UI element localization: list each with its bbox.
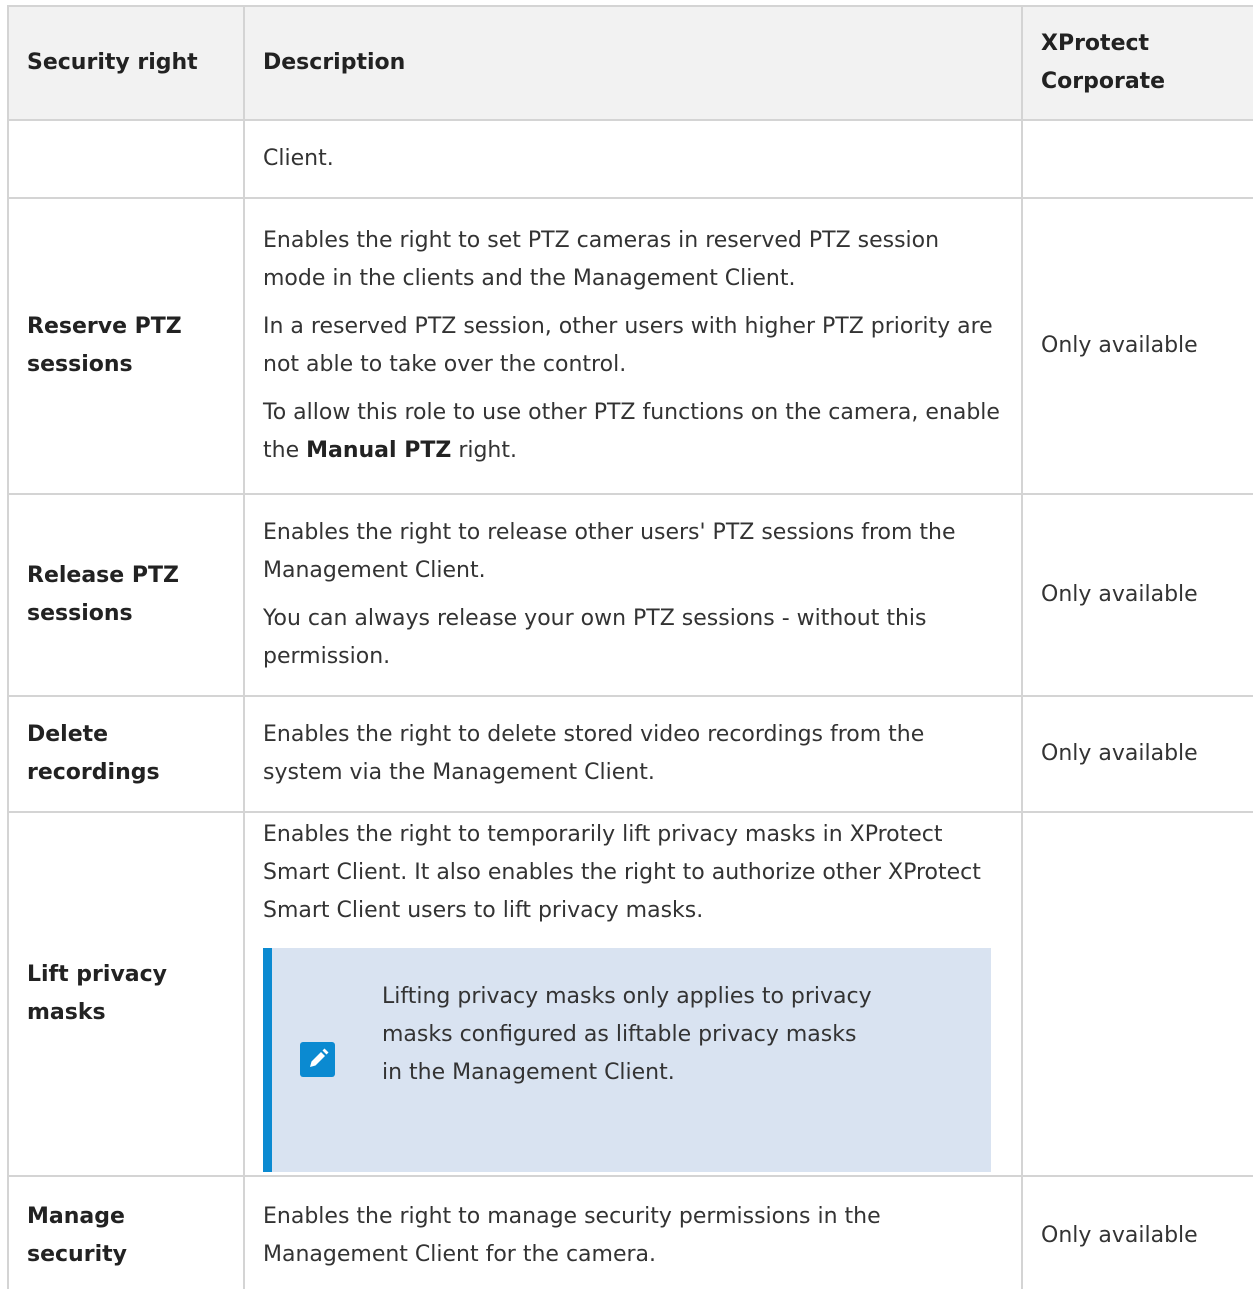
right-cell: Reserve PTZ sessions (7, 197, 245, 495)
right-name: Manage security (27, 1204, 127, 1267)
manual-ptz-right-name: Manual PTZ (306, 438, 452, 463)
table-row-continuation: Client. (7, 119, 1253, 199)
table-row-release-ptz-sessions: Release PTZ sessions Enables the right t… (7, 493, 1253, 697)
header-description: Description (243, 5, 1023, 121)
description-paragraph: Enables the right to release other users… (263, 520, 956, 583)
right-cell: Delete recordings (7, 695, 245, 813)
right-name: Lift privacy masks (27, 962, 168, 1025)
document-page: Security right Description XProtect Corp… (0, 0, 1253, 1289)
description-text: Client. (263, 146, 334, 171)
description-paragraph: In a reserved PTZ session, other users w… (263, 314, 993, 377)
manual-ptz-post-text: right. (458, 438, 517, 463)
header-xprotect-label: XProtect Corporate (1041, 31, 1166, 94)
note-text: Lifting privacy masks only applies to pr… (382, 984, 872, 1085)
description-cell: Enables the right to release other users… (243, 493, 1023, 697)
description-cell: Enables the right to delete stored video… (243, 695, 1023, 813)
description-paragraph: Enables the right to manage security per… (263, 1204, 881, 1267)
right-cell: Lift privacy masks (7, 811, 245, 1177)
table-row-delete-recordings: Delete recordings Enables the right to d… (7, 695, 1253, 813)
table-row-manage-security: Manage security Enables the right to man… (7, 1175, 1253, 1289)
description-cell: Enables the right to set PTZ cameras in … (243, 197, 1023, 495)
right-cell-empty (7, 119, 245, 199)
description-cell: Client. (243, 119, 1023, 199)
description-paragraph: You can always release your own PTZ sess… (263, 606, 927, 669)
table-row-lift-privacy-masks: Lift privacy masks Enables the right to … (7, 811, 1253, 1177)
availability-cell: Only available (1021, 695, 1253, 813)
description-paragraph-manual-ptz: To allow this role to use other PTZ func… (263, 394, 1003, 470)
availability-cell: Only available (1021, 1175, 1253, 1289)
availability-cell-empty (1021, 811, 1253, 1177)
right-cell: Release PTZ sessions (7, 493, 245, 697)
description-paragraph: Enables the right to delete stored video… (263, 722, 925, 785)
table-row-reserve-ptz-sessions: Reserve PTZ sessions Enables the right t… (7, 197, 1253, 495)
pencil-note-icon (300, 1042, 335, 1077)
description-paragraph: Enables the right to temporarily lift pr… (263, 822, 981, 923)
security-rights-table: Security right Description XProtect Corp… (7, 5, 1253, 1289)
description-paragraph: Enables the right to set PTZ cameras in … (263, 228, 940, 291)
right-name: Reserve PTZ sessions (27, 314, 182, 377)
availability-cell-empty (1021, 119, 1253, 199)
right-name: Delete recordings (27, 722, 160, 785)
right-name: Release PTZ sessions (27, 563, 179, 626)
description-cell: Enables the right to manage security per… (243, 1175, 1023, 1289)
availability-cell: Only available (1021, 493, 1253, 697)
right-cell: Manage security (7, 1175, 245, 1289)
header-xprotect-corporate: XProtect Corporate (1021, 5, 1253, 121)
note-box: Lifting privacy masks only applies to pr… (263, 948, 991, 1172)
availability-cell: Only available (1021, 197, 1253, 495)
table-header-row: Security right Description XProtect Corp… (7, 5, 1253, 121)
header-security-right: Security right (7, 5, 245, 121)
description-cell: Enables the right to temporarily lift pr… (243, 811, 1023, 1177)
